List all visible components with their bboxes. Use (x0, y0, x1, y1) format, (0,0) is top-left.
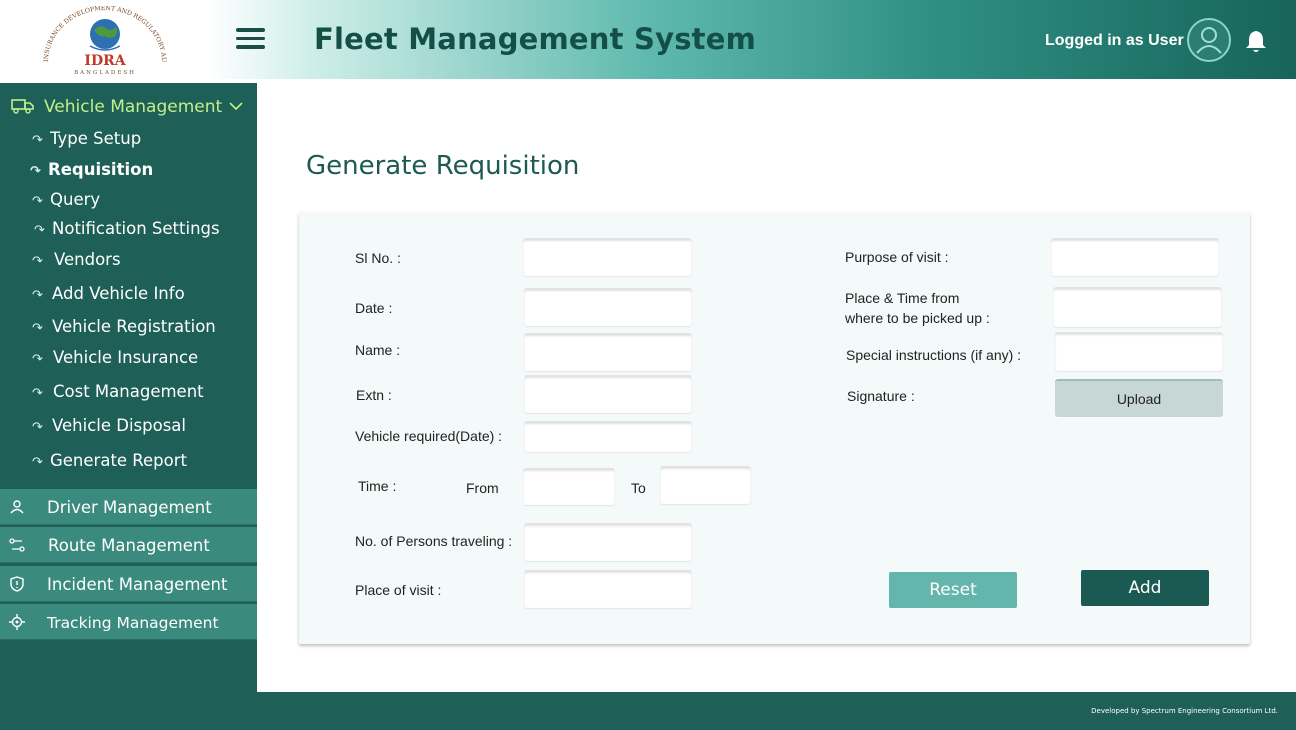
sidebar-item-cost-management[interactable]: ↷ Cost Management (32, 382, 204, 401)
sidebar-item-tracking-management[interactable]: Tracking Management (0, 604, 257, 640)
sl-no-input[interactable] (523, 238, 692, 276)
redo-arrow-icon: ↷ (32, 133, 43, 148)
sidebar-item-type-setup[interactable]: ↷ Type Setup (32, 129, 141, 148)
special-instructions-input[interactable] (1055, 332, 1223, 371)
menu-toggle-icon[interactable] (236, 28, 265, 50)
page-title: Generate Requisition (306, 151, 580, 181)
redo-arrow-icon: ↷ (32, 321, 43, 336)
sidebar-item-generate-report[interactable]: ↷ Generate Report (32, 451, 187, 470)
logged-in-label: Logged in as User (1045, 32, 1184, 49)
redo-arrow-icon: ↷ (32, 352, 43, 367)
sidebar-item-vendors[interactable]: ↷ Vendors (32, 250, 121, 269)
redo-arrow-icon: ↷ (32, 288, 43, 303)
sidebar-item-vehicle-registration[interactable]: ↷ Vehicle Registration (32, 317, 216, 336)
redo-arrow-icon: ↷ (32, 455, 43, 470)
truck-icon (11, 99, 34, 114)
user-avatar-icon[interactable] (1187, 18, 1231, 62)
top-header: INSURANCE DEVELOPMENT AND REGULATORY AUT… (0, 0, 1296, 79)
sidebar-item-incident-management[interactable]: Incident Management (0, 566, 257, 602)
sidebar-item-add-vehicle-info[interactable]: ↷ Add Vehicle Info (32, 284, 185, 303)
extn-input[interactable] (524, 375, 692, 413)
place-of-visit-label: Place of visit : (355, 582, 442, 598)
sidebar-item-vehicle-insurance[interactable]: ↷ Vehicle Insurance (32, 348, 198, 367)
purpose-label: Purpose of visit : (845, 249, 949, 265)
route-icon (9, 538, 25, 552)
svg-text:IDRA: IDRA (84, 53, 126, 69)
sidebar-item-notification-settings[interactable]: ↷ Notification Settings (34, 219, 220, 238)
pickup-label-line2: where to be picked up : (845, 310, 990, 326)
add-button[interactable]: Add (1081, 570, 1209, 606)
upload-signature-button[interactable]: Upload (1055, 379, 1223, 417)
time-to-input[interactable] (660, 466, 751, 504)
pickup-label-line1: Place & Time from (845, 290, 960, 306)
app-title: Fleet Management System (314, 22, 757, 56)
sidebar: Vehicle Management ↷ Type Setup ↷ Requisit… (0, 83, 257, 730)
redo-arrow-icon: ↷ (32, 194, 43, 209)
persons-label: No. of Persons traveling : (355, 533, 513, 549)
vehicle-required-date-input[interactable] (524, 421, 692, 452)
vehicle-required-label: Vehicle required(Date) : (355, 428, 503, 444)
sidebar-item-driver-management[interactable]: Driver Management (0, 489, 257, 525)
place-of-visit-input[interactable] (524, 570, 692, 608)
footer-credit: Developed by Spectrum Engineering Consor… (1091, 707, 1278, 715)
sidebar-vehicle-management[interactable]: Vehicle Management (0, 95, 257, 121)
svg-text:BANGLADESH: BANGLADESH (74, 70, 136, 76)
redo-arrow-icon: ↷ (30, 164, 41, 179)
chevron-down-icon (229, 102, 243, 111)
redo-arrow-icon: ↷ (34, 223, 45, 238)
shield-icon (10, 576, 24, 592)
persons-input[interactable] (524, 523, 692, 561)
idra-logo: INSURANCE DEVELOPMENT AND REGULATORY AUT… (38, 6, 167, 76)
redo-arrow-icon: ↷ (32, 420, 43, 435)
sidebar-section-label: Vehicle Management (44, 97, 223, 117)
special-instructions-label: Special instructions (if any) : (846, 347, 1022, 363)
time-from-input[interactable] (523, 468, 615, 505)
sidebar-item-query[interactable]: ↷ Query (32, 190, 100, 209)
user-icon (10, 500, 24, 514)
sidebar-item-requisition[interactable]: ↷ Requisition (30, 160, 153, 179)
time-to-label: To (631, 480, 646, 496)
date-label: Date : (355, 300, 393, 316)
name-label: Name : (355, 342, 401, 358)
redo-arrow-icon: ↷ (32, 386, 43, 401)
footer: Developed by Spectrum Engineering Consor… (257, 692, 1296, 730)
time-from-label: From (466, 480, 499, 496)
time-label: Time : (358, 478, 397, 494)
notification-bell-icon[interactable] (1245, 29, 1267, 53)
sidebar-item-vehicle-disposal[interactable]: ↷ Vehicle Disposal (32, 416, 186, 435)
purpose-input[interactable] (1051, 238, 1219, 276)
sidebar-item-route-management[interactable]: Route Management (0, 527, 257, 563)
sl-no-label: Sl No. : (355, 250, 401, 266)
extn-label: Extn : (356, 387, 392, 403)
pickup-input[interactable] (1053, 287, 1222, 327)
signature-label: Signature : (847, 388, 915, 404)
redo-arrow-icon: ↷ (32, 254, 43, 269)
date-input[interactable] (524, 288, 692, 326)
target-icon (9, 614, 25, 630)
name-input[interactable] (524, 333, 692, 371)
reset-button[interactable]: Reset (889, 572, 1017, 608)
